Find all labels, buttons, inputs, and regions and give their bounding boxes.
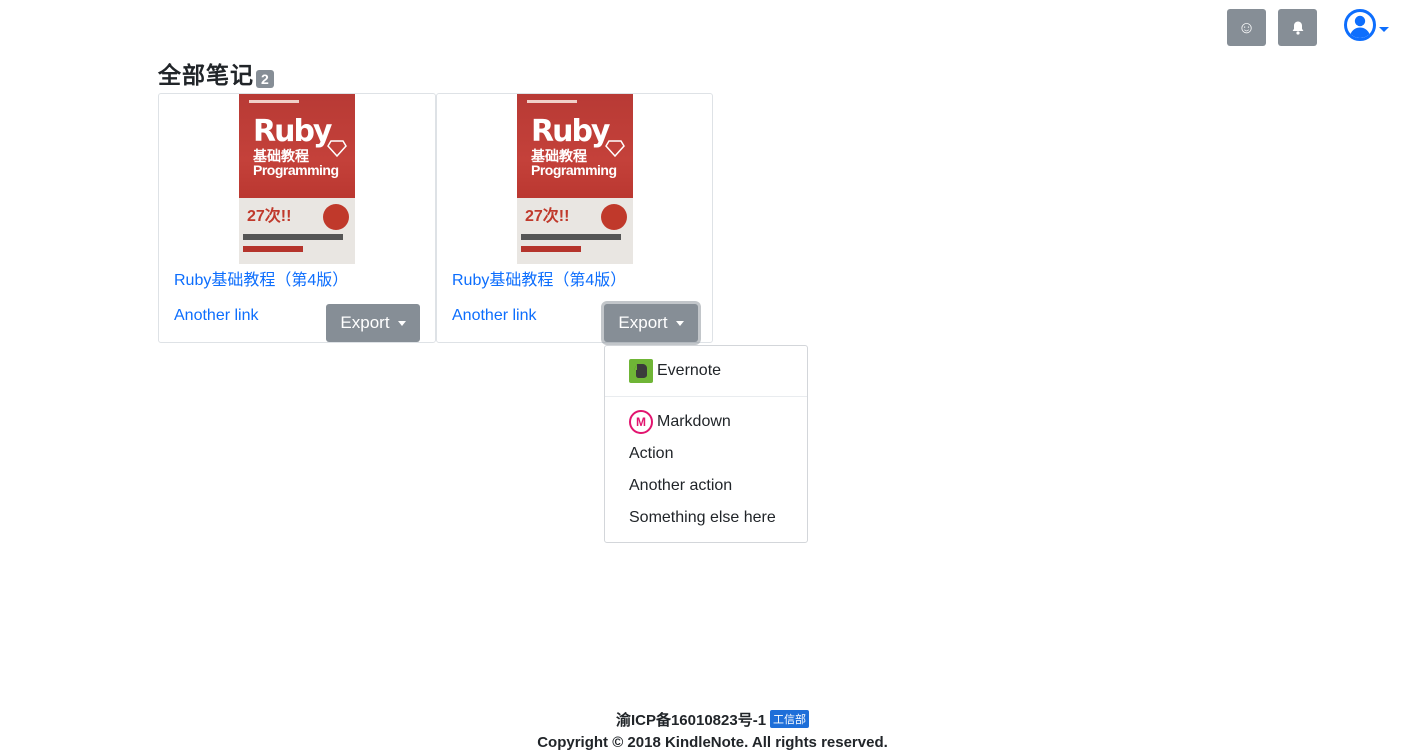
menu-item-something-else[interactable]: Something else here: [629, 509, 776, 527]
menu-divider: [605, 396, 807, 397]
menu-item-label: Markdown: [657, 413, 731, 430]
smiley-icon: ☺: [1237, 17, 1256, 37]
chevron-down-icon: [1379, 27, 1389, 32]
icp-text[interactable]: 渝ICP备16010823号-1: [616, 709, 766, 730]
user-circle-icon: [1343, 8, 1377, 47]
cover-ruby-text: Ruby: [253, 114, 332, 149]
cover-ruby-text: Ruby: [531, 114, 610, 149]
another-link[interactable]: Another link: [452, 307, 537, 325]
diamond-icon: [327, 140, 347, 158]
gov-badge[interactable]: 工信部: [770, 710, 810, 728]
menu-item-markdown[interactable]: M Markdown: [629, 410, 731, 434]
bell-icon: [1290, 20, 1306, 36]
notifications-button[interactable]: [1278, 9, 1317, 46]
menu-item-label: Another action: [629, 477, 733, 494]
menu-item-evernote[interactable]: Evernote: [629, 359, 721, 383]
cover-headline-text: 27次!!: [525, 208, 570, 225]
menu-item-label: Action: [629, 445, 674, 462]
emoji-button[interactable]: ☺: [1227, 9, 1266, 46]
evernote-icon: [629, 359, 653, 383]
menu-item-action[interactable]: Action: [629, 445, 673, 463]
notes-count-badge: 2: [256, 70, 274, 88]
book-card: Ruby 基础教程 Programming 27次!! Ruby基础教程（第4版…: [158, 93, 436, 343]
menu-item-another-action[interactable]: Another action: [629, 477, 732, 495]
user-menu-toggle[interactable]: [1343, 8, 1389, 47]
markdown-icon: M: [629, 410, 653, 434]
export-button-active[interactable]: Export: [604, 304, 698, 342]
book-card: Ruby 基础教程 Programming 27次!! Ruby基础教程（第4版…: [436, 93, 713, 343]
export-label: Export: [618, 313, 668, 332]
book-title-link[interactable]: Ruby基础教程（第4版）: [452, 266, 626, 290]
cover-programming-text: Programming: [531, 162, 617, 178]
cover-headline-text: 27次!!: [247, 208, 292, 225]
chevron-down-icon: [675, 320, 684, 326]
page-title: 全部笔记 2: [158, 56, 274, 90]
export-label: Export: [340, 313, 390, 332]
page-title-text: 全部笔记: [158, 62, 254, 88]
cover-programming-text: Programming: [253, 162, 339, 178]
top-toolbar: ☺: [1227, 8, 1389, 47]
export-button[interactable]: Export: [326, 304, 420, 342]
copyright-text: Copyright © 2018 KindleNote. All rights …: [537, 733, 888, 751]
book-cover-image[interactable]: Ruby 基础教程 Programming 27次!!: [517, 94, 633, 264]
menu-item-label: Evernote: [657, 362, 722, 379]
footer: 渝ICP备16010823号-1 工信部 Copyright © 2018 Ki…: [0, 708, 1425, 754]
export-dropdown-menu: Evernote M Markdown Action Another actio…: [604, 345, 808, 543]
book-title-link[interactable]: Ruby基础教程（第4版）: [174, 266, 348, 290]
another-link[interactable]: Another link: [174, 307, 259, 325]
book-cover-image[interactable]: Ruby 基础教程 Programming 27次!!: [239, 94, 355, 264]
diamond-icon: [605, 140, 625, 158]
chevron-down-icon: [397, 320, 406, 326]
menu-item-label: Something else here: [629, 509, 776, 526]
